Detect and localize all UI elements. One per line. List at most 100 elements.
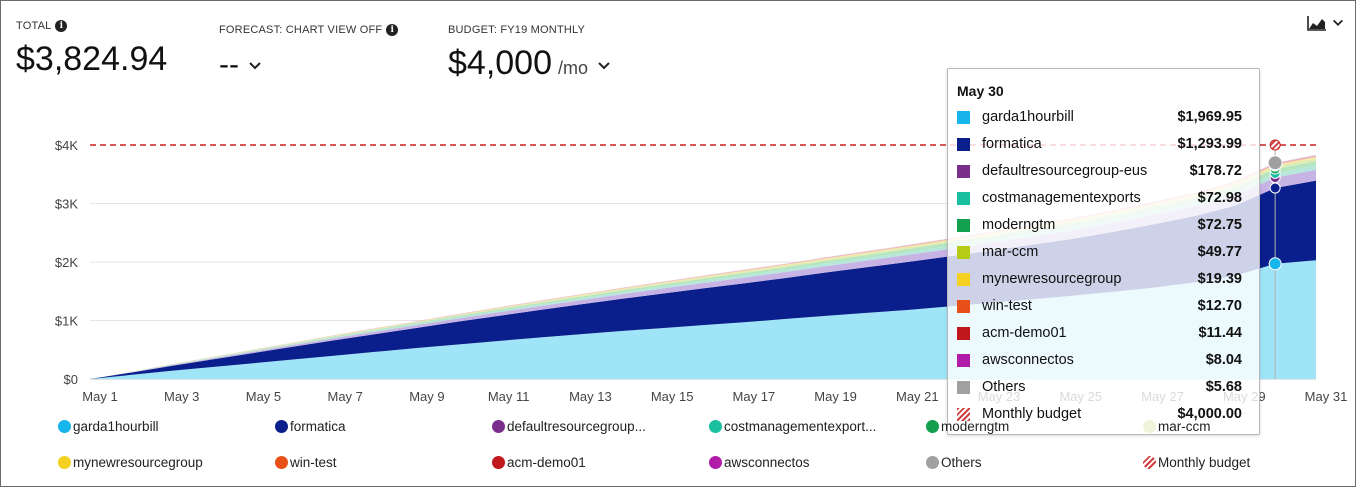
tooltip-series-value: $1,293.99 bbox=[1177, 136, 1242, 152]
tooltip-swatch bbox=[957, 380, 970, 394]
legend-item[interactable]: garda1hourbill bbox=[58, 419, 159, 434]
tooltip-swatch bbox=[957, 218, 970, 232]
tooltip-swatch bbox=[957, 110, 970, 124]
legend-swatch bbox=[492, 420, 505, 433]
legend-label: formatica bbox=[290, 419, 346, 434]
legend-item[interactable]: acm-demo01 bbox=[492, 455, 586, 470]
legend-label: awsconnectos bbox=[724, 455, 810, 470]
legend-swatch bbox=[275, 420, 288, 433]
legend-item[interactable]: mar-ccm bbox=[1143, 419, 1211, 434]
tooltip-row: awsconnectos $8.04 bbox=[957, 350, 1242, 370]
tooltip-swatch bbox=[957, 353, 970, 367]
tooltip-swatch bbox=[957, 164, 970, 178]
x-tick-label: May 11 bbox=[488, 389, 530, 404]
legend-swatch bbox=[58, 456, 71, 469]
tooltip-swatch bbox=[957, 245, 970, 259]
tooltip-series-value: $178.72 bbox=[1189, 163, 1242, 179]
legend-label: Monthly budget bbox=[1158, 455, 1251, 470]
tooltip-title: May 30 bbox=[957, 83, 1004, 99]
x-tick-label: May 9 bbox=[409, 389, 444, 404]
tooltip-series-value: $12.70 bbox=[1197, 298, 1242, 314]
legend-swatch bbox=[58, 420, 71, 433]
legend-item[interactable]: defaultresourcegroup... bbox=[492, 419, 646, 434]
tooltip-series-value: $19.39 bbox=[1197, 271, 1242, 287]
y-tick-label: $4K bbox=[55, 138, 78, 153]
tooltip-series-name: costmanagementexports bbox=[982, 190, 1141, 206]
x-tick-label: May 17 bbox=[733, 389, 776, 404]
legend-item[interactable]: win-test bbox=[275, 455, 337, 470]
tooltip-row: costmanagementexports $72.98 bbox=[957, 188, 1242, 208]
tooltip-row: Others $5.68 bbox=[957, 377, 1242, 397]
chart-tooltip: May 30 garda1hourbill $1,969.95 formatica $… bbox=[947, 68, 1260, 435]
tooltip-series-name: moderngtm bbox=[982, 217, 1056, 233]
legend-swatch bbox=[492, 456, 505, 469]
tooltip-series-name: garda1hourbill bbox=[982, 109, 1074, 125]
legend-item[interactable]: moderngtm bbox=[926, 419, 1009, 434]
x-tick-label: May 5 bbox=[246, 389, 281, 404]
tooltip-series-value: $5.68 bbox=[1205, 379, 1242, 395]
legend-label: Others bbox=[941, 455, 982, 470]
tooltip-row: defaultresourcegroup-eus $178.72 bbox=[957, 161, 1242, 181]
legend-label: garda1hourbill bbox=[73, 419, 159, 434]
legend-label: mynewresourcegroup bbox=[73, 455, 203, 470]
tooltip-series-name: defaultresourcegroup-eus bbox=[982, 163, 1148, 179]
tooltip-series-value: $11.44 bbox=[1198, 325, 1242, 341]
legend-label: moderngtm bbox=[941, 419, 1010, 434]
tooltip-swatch bbox=[957, 326, 970, 340]
legend-swatch bbox=[709, 456, 722, 469]
tooltip-row: garda1hourbill $1,969.95 bbox=[957, 107, 1242, 127]
legend-label: mar-ccm bbox=[1158, 419, 1211, 434]
tooltip-series-name: mar-ccm bbox=[982, 244, 1039, 260]
legend-swatch bbox=[709, 420, 722, 433]
tooltip-row: mar-ccm $49.77 bbox=[957, 242, 1242, 262]
legend-swatch bbox=[926, 456, 939, 469]
tooltip-series-name: awsconnectos bbox=[982, 352, 1074, 368]
tooltip-series-name: win-test bbox=[982, 298, 1032, 314]
tooltip-row: mynewresourcegroup $19.39 bbox=[957, 269, 1242, 289]
tooltip-series-value: $72.75 bbox=[1197, 217, 1242, 233]
tooltip-row: moderngtm $72.75 bbox=[957, 215, 1242, 235]
x-tick-label: May 1 bbox=[82, 389, 117, 404]
x-tick-label: May 31 bbox=[1305, 389, 1348, 404]
tooltip-series-value: $8.04 bbox=[1205, 352, 1242, 368]
x-tick-label: May 13 bbox=[569, 389, 612, 404]
tooltip-series-value: $72.98 bbox=[1197, 190, 1242, 206]
tooltip-swatch bbox=[957, 137, 970, 151]
legend-swatch bbox=[926, 420, 939, 433]
y-tick-label: $3K bbox=[55, 197, 78, 212]
legend-item[interactable]: mynewresourcegroup bbox=[58, 455, 203, 470]
legend-label: win-test bbox=[290, 455, 337, 470]
legend-item[interactable]: formatica bbox=[275, 419, 346, 434]
legend-label: costmanagementexport... bbox=[724, 419, 877, 434]
hover-marker bbox=[1268, 257, 1282, 271]
y-tick-label: $2K bbox=[55, 255, 78, 270]
x-tick-label: May 19 bbox=[814, 389, 857, 404]
legend-swatch bbox=[1143, 420, 1156, 433]
tooltip-row: acm-demo01 $11.44 bbox=[957, 323, 1242, 343]
hover-marker bbox=[1269, 182, 1281, 194]
legend-swatch bbox=[1143, 456, 1156, 469]
tooltip-series-name: acm-demo01 bbox=[982, 325, 1067, 341]
tooltip-series-name: mynewresourcegroup bbox=[982, 271, 1122, 287]
y-tick-label: $1K bbox=[55, 314, 78, 329]
x-tick-label: May 15 bbox=[651, 389, 694, 404]
legend-item[interactable]: costmanagementexport... bbox=[709, 419, 876, 434]
legend-label: defaultresourcegroup... bbox=[507, 419, 646, 434]
tooltip-series-name: Others bbox=[982, 379, 1026, 395]
hover-marker-budget bbox=[1269, 139, 1281, 151]
tooltip-series-value: $49.77 bbox=[1197, 244, 1242, 260]
tooltip-row: win-test $12.70 bbox=[957, 296, 1242, 316]
legend-item[interactable]: Monthly budget bbox=[1143, 455, 1250, 470]
x-tick-label: May 7 bbox=[327, 389, 362, 404]
legend-label: acm-demo01 bbox=[507, 455, 586, 470]
legend-item[interactable]: Others bbox=[926, 455, 982, 470]
y-tick-label: $0 bbox=[64, 372, 78, 387]
legend-item[interactable]: awsconnectos bbox=[709, 455, 810, 470]
tooltip-row: formatica $1,293.99 bbox=[957, 134, 1242, 154]
tooltip-series-value: $1,969.95 bbox=[1177, 109, 1242, 125]
tooltip-swatch bbox=[957, 272, 970, 286]
x-tick-label: May 21 bbox=[896, 389, 939, 404]
hover-marker-others bbox=[1267, 155, 1283, 171]
legend-swatch bbox=[275, 456, 288, 469]
x-tick-label: May 3 bbox=[164, 389, 199, 404]
